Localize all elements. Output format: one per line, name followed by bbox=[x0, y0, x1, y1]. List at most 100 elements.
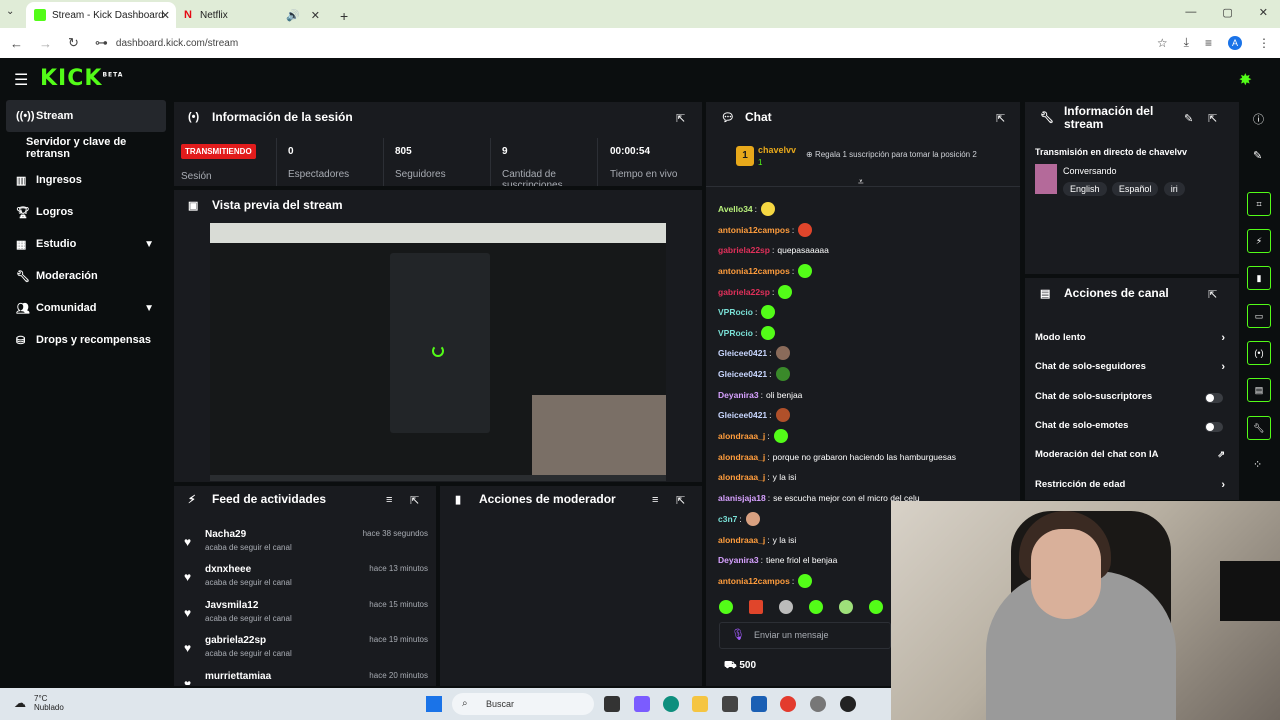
speaker-icon[interactable]: 🔊 bbox=[286, 9, 300, 22]
feed-username[interactable]: Javsmila12 bbox=[205, 600, 258, 611]
emote-icon[interactable] bbox=[809, 600, 823, 614]
gift-prompt[interactable]: ⊕ Regala 1 suscripción para tomar la pos… bbox=[806, 150, 977, 159]
chat-username[interactable]: alondraaa_j bbox=[718, 472, 765, 482]
chat-username[interactable]: c3n7 bbox=[718, 514, 737, 524]
stream-category[interactable]: Conversando bbox=[1063, 166, 1117, 176]
maximize-icon[interactable]: ▢ bbox=[1222, 6, 1232, 19]
emote-icon[interactable] bbox=[869, 600, 883, 614]
action-followers-only[interactable]: Chat de solo-seguidores › bbox=[1035, 361, 1225, 379]
site-info-icon[interactable]: ⊶ bbox=[95, 35, 108, 51]
bookmark-star-icon[interactable]: ☆ bbox=[1157, 36, 1168, 50]
filter-icon[interactable]: ≡ bbox=[386, 494, 392, 506]
action-ai-moderation[interactable]: Moderación del chat con IA ⇗ bbox=[1035, 449, 1225, 467]
feed-username[interactable]: murriettamiaa bbox=[205, 671, 271, 682]
info-icon[interactable]: ⓘ bbox=[1253, 111, 1264, 127]
popout-icon[interactable]: ⇱ bbox=[1208, 112, 1217, 125]
chat-username[interactable]: Deyanira3 bbox=[718, 390, 759, 400]
tab-close-icon[interactable]: ✕ bbox=[311, 9, 320, 22]
copilot-icon[interactable] bbox=[634, 696, 650, 712]
action-age-restriction[interactable]: Restricción de edad › bbox=[1035, 479, 1225, 497]
popout-icon[interactable]: ⇱ bbox=[676, 112, 685, 125]
profile-avatar[interactable]: A bbox=[1228, 35, 1242, 50]
chat-username[interactable]: alondraaa_j bbox=[718, 431, 765, 441]
browser-tab-netflix[interactable]: N Netflix 🔊 ✕ bbox=[176, 2, 326, 28]
file-explorer-icon[interactable] bbox=[692, 696, 708, 712]
chat-username[interactable]: Gleicee0421 bbox=[718, 369, 767, 379]
rail-wrench-button[interactable]: 🔧︎ bbox=[1247, 416, 1271, 440]
people-icon[interactable]: ⁘ bbox=[1253, 458, 1262, 471]
windows-start-icon[interactable] bbox=[426, 696, 442, 712]
window-close-icon[interactable]: ✕ bbox=[1259, 6, 1268, 19]
new-tab-button[interactable]: + bbox=[340, 8, 348, 24]
edge-icon[interactable] bbox=[663, 696, 679, 712]
user-avatar-icon[interactable]: ✸ bbox=[1239, 70, 1252, 90]
sidebar-item-server-key[interactable]: Servidor y clave de retransn bbox=[0, 132, 172, 164]
emote-icon[interactable] bbox=[749, 600, 763, 614]
chat-username[interactable]: antonia12campos bbox=[718, 266, 790, 276]
subs-only-toggle[interactable] bbox=[1205, 393, 1223, 403]
feed-username[interactable]: Nacha29 bbox=[205, 529, 246, 540]
obs-icon[interactable] bbox=[840, 696, 856, 712]
chat-username[interactable]: antonia12campos bbox=[718, 225, 790, 235]
pencil-icon[interactable]: ✎ bbox=[1253, 149, 1262, 162]
sidebar-item-estudio[interactable]: ▦ Estudio ▼ bbox=[0, 228, 172, 260]
microphone-icon[interactable]: 🎙︎ bbox=[731, 628, 745, 641]
sidebar-item-ingresos[interactable]: ▥ Ingresos bbox=[0, 164, 172, 196]
chat-username[interactable]: gabriela22sp bbox=[718, 245, 770, 255]
chat-username[interactable]: VPRocio bbox=[718, 328, 753, 338]
weather-widget[interactable]: ☁ 7°C Nublado bbox=[14, 694, 64, 712]
emote-icon[interactable] bbox=[719, 600, 733, 614]
rail-sliders-button[interactable]: ▤ bbox=[1247, 378, 1271, 402]
rail-broadcast-button[interactable]: (•) bbox=[1247, 341, 1271, 365]
app-icon[interactable] bbox=[722, 696, 738, 712]
forward-icon[interactable]: → bbox=[39, 36, 52, 51]
sidebar-item-stream[interactable]: ((•)) Stream bbox=[6, 100, 166, 132]
popout-icon[interactable]: ⇱ bbox=[1208, 288, 1217, 301]
kick-logo[interactable]: KICKBETA bbox=[40, 66, 123, 91]
chat-username[interactable]: Deyanira3 bbox=[718, 555, 759, 565]
tab-search-icon[interactable]: ⌄ bbox=[6, 6, 14, 17]
rail-document-button[interactable]: ▮ bbox=[1247, 266, 1271, 290]
minimize-icon[interactable]: — bbox=[1185, 6, 1196, 19]
download-icon[interactable]: ⤓ bbox=[1184, 35, 1189, 50]
sidebar-item-comunidad[interactable]: 👥︎ Comunidad ▼ bbox=[0, 292, 172, 324]
popout-icon[interactable]: ⇱ bbox=[676, 494, 685, 507]
chat-username[interactable]: alondraaa_j bbox=[718, 535, 765, 545]
browser-tab-active[interactable]: Stream - Kick Dashboard ✕ bbox=[26, 2, 176, 28]
settings-icon[interactable] bbox=[810, 696, 826, 712]
chat-username[interactable]: VPRocio bbox=[718, 307, 753, 317]
action-slow-mode[interactable]: Modo lento › bbox=[1035, 332, 1225, 350]
feed-username[interactable]: gabriela22sp bbox=[205, 635, 266, 646]
sidebar-item-drops[interactable]: ⛁ Drops y recompensas bbox=[0, 324, 172, 356]
emote-icon[interactable] bbox=[779, 600, 793, 614]
emote-icon[interactable] bbox=[839, 600, 853, 614]
task-view-icon[interactable] bbox=[604, 696, 620, 712]
chat-username[interactable]: gabriela22sp bbox=[718, 287, 770, 297]
taskbar-search[interactable]: ⌕ Buscar bbox=[452, 693, 594, 715]
chat-username[interactable]: alanisjaja18 bbox=[718, 493, 766, 503]
edit-icon[interactable]: ✎ bbox=[1184, 112, 1193, 125]
popout-icon[interactable]: ⇱ bbox=[410, 494, 419, 507]
browser-menu-icon[interactable]: ⋮ bbox=[1258, 36, 1270, 50]
feed-username[interactable]: dxnxheee bbox=[205, 564, 251, 575]
rail-bolt-button[interactable]: ⚡︎ bbox=[1247, 229, 1271, 253]
url-field[interactable]: dashboard.kick.com/stream bbox=[116, 38, 238, 49]
filter-icon[interactable]: ≡ bbox=[652, 494, 658, 506]
chat-username[interactable]: Gleicee0421 bbox=[718, 410, 767, 420]
tab-close-icon[interactable]: ✕ bbox=[161, 9, 170, 22]
sidebar-item-logros[interactable]: 🏆︎ Logros bbox=[0, 196, 172, 228]
stream-preview-video[interactable] bbox=[210, 223, 666, 481]
back-icon[interactable]: ← bbox=[10, 36, 23, 51]
chat-username[interactable]: antonia12campos bbox=[718, 576, 790, 586]
rail-clip-button[interactable]: ⌗ bbox=[1247, 192, 1271, 216]
store-icon[interactable] bbox=[751, 696, 767, 712]
popout-icon[interactable]: ⇱ bbox=[996, 112, 1005, 125]
emotes-only-toggle[interactable] bbox=[1205, 422, 1223, 432]
top-gifter-name[interactable]: chavelvv bbox=[758, 145, 796, 155]
menu-icon[interactable]: ☰ bbox=[14, 70, 28, 90]
reload-icon[interactable]: ↻ bbox=[68, 35, 79, 51]
rail-chat-button[interactable]: ▭ bbox=[1247, 304, 1271, 328]
playlist-icon[interactable]: ≡ bbox=[1205, 36, 1212, 50]
chat-username[interactable]: alondraaa_j bbox=[718, 452, 765, 462]
chrome-icon[interactable] bbox=[780, 696, 796, 712]
